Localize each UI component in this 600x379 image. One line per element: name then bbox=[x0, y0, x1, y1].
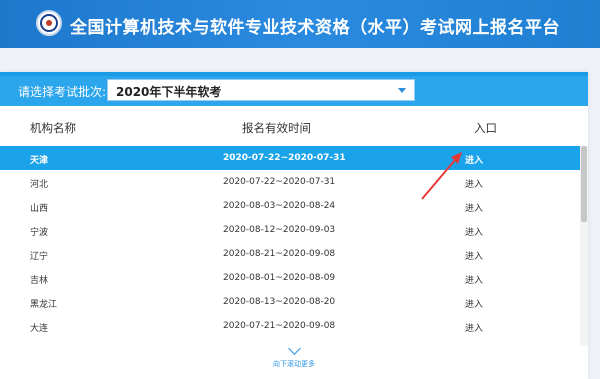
enter-link[interactable]: 进入 bbox=[465, 321, 483, 334]
scroll-more-text[interactable]: 向下滚动更多 bbox=[0, 359, 588, 369]
institution-list: 天津 2020-07-22~2020-07-31 进入 河北 2020-07-22~20… bbox=[0, 146, 580, 338]
registration-dates: 2020-07-22~2020-07-31 bbox=[223, 153, 346, 163]
registration-dates: 2020-08-12~2020-09-03 bbox=[223, 225, 336, 235]
batch-select[interactable]: 2020年下半年软考 bbox=[107, 79, 415, 101]
scroll-more-icon[interactable] bbox=[288, 342, 301, 355]
column-header-name: 机构名称 bbox=[30, 121, 76, 135]
enter-link[interactable]: 进入 bbox=[465, 225, 483, 238]
institution-name: 天津 bbox=[30, 156, 49, 166]
column-header-dates: 报名有效时间 bbox=[242, 121, 311, 135]
institution-name: 辽宁 bbox=[30, 252, 49, 262]
institution-name: 河北 bbox=[30, 180, 49, 190]
table-row[interactable]: 天津 2020-07-22~2020-07-31 进入 bbox=[0, 146, 580, 170]
table-row[interactable]: 宁波 2020-08-12~2020-09-03 进入 bbox=[0, 218, 580, 242]
table-row[interactable]: 大连 2020-07-21~2020-09-08 进入 bbox=[0, 314, 580, 338]
institution-name: 黑龙江 bbox=[30, 300, 58, 310]
institution-name: 吉林 bbox=[30, 276, 49, 286]
registration-panel: 请选择考试批次: 2020年下半年软考 机构名称 报名有效时间 入口 天津 202… bbox=[0, 72, 588, 379]
registration-dates: 2020-07-21~2020-09-08 bbox=[223, 321, 336, 331]
batch-select-value: 2020年下半年软考 bbox=[116, 85, 222, 99]
enter-link[interactable]: 进入 bbox=[465, 201, 483, 214]
table-row[interactable]: 河北 2020-07-22~2020-07-31 进入 bbox=[0, 170, 580, 194]
enter-link[interactable]: 进入 bbox=[465, 249, 483, 262]
enter-link[interactable]: 进入 bbox=[465, 273, 483, 286]
enter-link[interactable]: 进入 bbox=[465, 153, 483, 166]
column-header-entry: 入口 bbox=[474, 121, 497, 135]
registration-dates: 2020-08-21~2020-09-08 bbox=[223, 249, 336, 259]
site-title: 全国计算机技术与软件专业技术资格（水平）考试网上报名平台 bbox=[70, 18, 560, 38]
table-row[interactable]: 吉林 2020-08-01~2020-08-09 进入 bbox=[0, 266, 580, 290]
table-row[interactable]: 辽宁 2020-08-21~2020-09-08 进入 bbox=[0, 242, 580, 266]
batch-bar: 请选择考试批次: 2020年下半年软考 bbox=[0, 76, 588, 106]
registration-dates: 2020-08-03~2020-08-24 bbox=[223, 201, 336, 211]
institution-name: 山西 bbox=[30, 204, 49, 214]
scrollbar-thumb[interactable] bbox=[581, 146, 587, 222]
enter-link[interactable]: 进入 bbox=[465, 177, 483, 190]
emblem-logo-icon bbox=[36, 10, 62, 36]
chevron-down-icon bbox=[398, 88, 406, 93]
registration-dates: 2020-08-01~2020-08-09 bbox=[223, 273, 336, 283]
institution-name: 大连 bbox=[30, 324, 49, 334]
header-bar: 全国计算机技术与软件专业技术资格（水平）考试网上报名平台 bbox=[0, 0, 600, 48]
registration-dates: 2020-07-22~2020-07-31 bbox=[223, 177, 336, 187]
batch-label: 请选择考试批次: bbox=[18, 85, 107, 99]
institution-name: 宁波 bbox=[30, 228, 49, 238]
registration-dates: 2020-08-13~2020-08-20 bbox=[223, 297, 336, 307]
table-row[interactable]: 山西 2020-08-03~2020-08-24 进入 bbox=[0, 194, 580, 218]
table-row[interactable]: 黑龙江 2020-08-13~2020-08-20 进入 bbox=[0, 290, 580, 314]
enter-link[interactable]: 进入 bbox=[465, 297, 483, 310]
